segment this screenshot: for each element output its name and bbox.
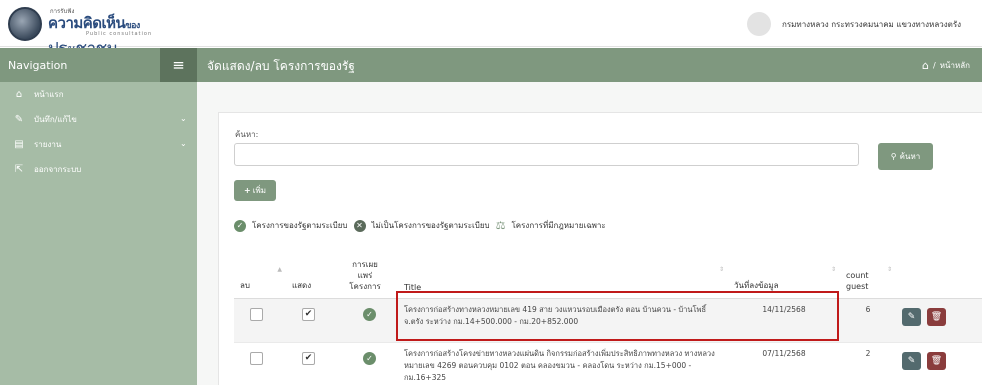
page-header: จัดแสดง/ลบ โครงการของรัฐ ⌂ / หน้าหลัก bbox=[197, 48, 982, 82]
pencil-icon: ✎ bbox=[907, 355, 916, 366]
sidebar-title: Navigation bbox=[8, 58, 68, 72]
edit-button[interactable]: ✎ bbox=[902, 351, 921, 370]
search-label: ค้นหา: bbox=[235, 130, 259, 139]
show-checkbox[interactable]: ✔ bbox=[302, 307, 315, 321]
sidebar-item-logout[interactable]: ⇱ ออกจากระบบ bbox=[0, 157, 197, 182]
sort-icon: ⇕ bbox=[886, 266, 892, 273]
project-date: 14/11/2568 bbox=[728, 298, 840, 343]
sidebar: Navigation ≡ ⌂ หน้าแรก ✎ บันทึก/แก้ไข ⌄ … bbox=[0, 48, 197, 385]
search-icon: ⚲ bbox=[890, 152, 897, 161]
scale-icon: ⚖ bbox=[495, 219, 506, 232]
guest-count: 2 bbox=[840, 342, 896, 385]
edit-button[interactable]: ✎ bbox=[902, 307, 921, 326]
delete-button[interactable]: 🗑 bbox=[927, 307, 946, 326]
add-button-label: เพิ่ม bbox=[252, 186, 266, 195]
site-logo[interactable]: การรับฟัง ความคิดเห็นของประชาชน Public c… bbox=[8, 6, 208, 59]
page-title: จัดแสดง/ลบ โครงการของรัฐ bbox=[207, 59, 355, 73]
user-name[interactable]: กรมทางหลวง กระทรวงคมนาคม แขวงทางหลวงตรัง bbox=[782, 18, 961, 31]
search-button-label: ค้นหา bbox=[899, 152, 921, 161]
col-header-delete[interactable]: ลบ ▲ bbox=[234, 250, 286, 299]
trash-icon: 🗑 bbox=[930, 311, 943, 322]
delete-checkbox[interactable] bbox=[250, 351, 263, 365]
show-checkbox[interactable]: ✔ bbox=[302, 351, 315, 365]
col-header-actions bbox=[896, 250, 982, 299]
col-header-count[interactable]: count guest ⇕ bbox=[840, 250, 896, 299]
sidebar-item-label: รายงาน bbox=[34, 140, 62, 149]
home-icon: ⌂ bbox=[15, 89, 23, 100]
col-header-date[interactable]: วันที่ลงข้อมูล ⇕ bbox=[728, 250, 840, 299]
chevron-down-icon: ⌄ bbox=[180, 139, 187, 148]
sidebar-item-label: หน้าแรก bbox=[34, 90, 64, 99]
logo-seal-icon bbox=[8, 7, 42, 41]
pencil-icon: ✎ bbox=[907, 311, 916, 322]
table-header-row: ลบ ▲ แสดง การเผยแพร่โครงการ Title ⇕ วันที่… bbox=[234, 250, 982, 299]
sort-icon: ▲ bbox=[277, 266, 282, 273]
sidebar-item-edit[interactable]: ✎ บันทึก/แก้ไข ⌄ bbox=[0, 107, 197, 132]
project-title: โครงการก่อสร้างโครงข่ายทางหลวงแผ่นดิน กิ… bbox=[398, 342, 728, 385]
table-row: ✔ ✓ โครงการก่อสร้างโครงข่ายทางหลวงแผ่นดิ… bbox=[234, 342, 982, 385]
status-legend: ✓ โครงการของรัฐตามระเบียบ ✕ ไม่เป็นโครงก… bbox=[234, 219, 612, 232]
project-title: โครงการก่อสร้างทางหลวงหมายเลข 419 สาย วง… bbox=[398, 298, 728, 343]
guest-count: 6 bbox=[840, 298, 896, 343]
published-check-icon: ✓ bbox=[363, 351, 376, 365]
projects-table: ลบ ▲ แสดง การเผยแพร่โครงการ Title ⇕ วันที่… bbox=[234, 250, 982, 385]
project-date: 07/11/2568 bbox=[728, 342, 840, 385]
home-icon[interactable]: ⌂ bbox=[922, 59, 929, 72]
menu-toggle-button[interactable]: ≡ bbox=[160, 48, 197, 82]
table-row: ✔ ✓ โครงการก่อสร้างทางหลวงหมายเลข 419 สา… bbox=[234, 298, 982, 343]
col-header-publish[interactable]: การเผยแพร่โครงการ bbox=[340, 250, 398, 299]
sort-icon: ⇕ bbox=[718, 266, 724, 273]
top-bar: การรับฟัง ความคิดเห็นของประชาชน Public c… bbox=[0, 0, 982, 59]
legend-not-label: ไม่เป็นโครงการของรัฐตามระเบียบ bbox=[371, 221, 490, 230]
col-header-title[interactable]: Title ⇕ bbox=[398, 250, 728, 299]
logout-icon: ⇱ bbox=[14, 164, 24, 175]
add-button[interactable]: + เพิ่ม bbox=[234, 180, 276, 201]
col-header-show[interactable]: แสดง bbox=[286, 250, 340, 299]
sidebar-item-label: ออกจากระบบ bbox=[34, 165, 82, 174]
plus-icon: + bbox=[244, 186, 251, 195]
x-circle-icon: ✕ bbox=[353, 219, 366, 232]
sidebar-item-label: บันทึก/แก้ไข bbox=[34, 115, 77, 124]
sidebar-header: Navigation ≡ bbox=[0, 48, 197, 82]
edit-note-icon: ✎ bbox=[14, 114, 24, 125]
search-button[interactable]: ⚲ ค้นหา bbox=[878, 143, 933, 170]
delete-button[interactable]: 🗑 bbox=[927, 351, 946, 370]
delete-checkbox[interactable] bbox=[250, 307, 263, 321]
chevron-down-icon: ⌄ bbox=[180, 114, 187, 123]
legend-ok-label: โครงการของรัฐตามระเบียบ bbox=[252, 221, 348, 230]
search-input[interactable] bbox=[234, 143, 859, 166]
breadcrumb: ⌂ / หน้าหลัก bbox=[922, 59, 970, 72]
legend-law-label: โครงการที่มีกฎหมายเฉพาะ bbox=[511, 221, 606, 230]
sidebar-item-home[interactable]: ⌂ หน้าแรก bbox=[0, 82, 197, 107]
trash-icon: 🗑 bbox=[930, 355, 943, 366]
breadcrumb-home[interactable]: หน้าหลัก bbox=[940, 59, 970, 72]
logo-subtitle: Public consultation bbox=[86, 31, 153, 37]
avatar[interactable] bbox=[747, 12, 771, 36]
hamburger-icon: ≡ bbox=[172, 56, 185, 74]
sidebar-item-report[interactable]: ▤ รายงาน ⌄ bbox=[0, 132, 197, 157]
published-check-icon: ✓ bbox=[363, 307, 376, 321]
check-circle-icon: ✓ bbox=[234, 219, 246, 232]
sort-icon: ⇕ bbox=[830, 266, 836, 273]
report-icon: ▤ bbox=[14, 139, 24, 150]
